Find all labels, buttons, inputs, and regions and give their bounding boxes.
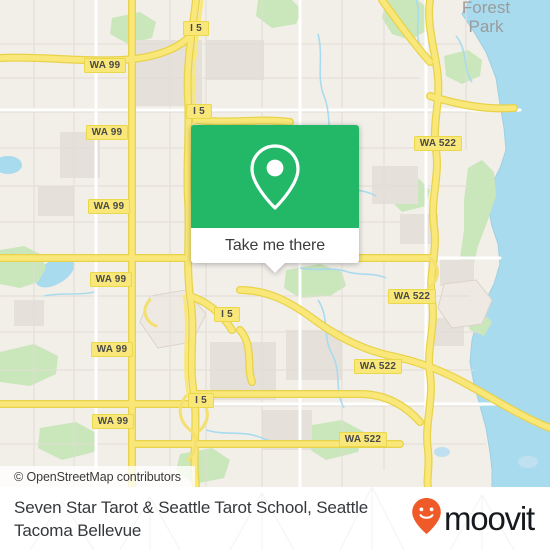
route-shield-label: WA 99: [95, 273, 127, 285]
footer-bar: Seven Star Tarot & Seattle Tarot School,…: [0, 487, 550, 550]
map-pin-icon: [248, 143, 302, 211]
route-shield-label: WA 99: [93, 200, 125, 212]
map-screenshot: Forest Park I 5 WA 99 I 5 WA 99 WA 522 WA 99 W…: [0, 0, 550, 550]
shield-wa99-6: WA 99: [92, 413, 134, 429]
take-me-there-label: Take me there: [224, 236, 326, 254]
shield-wa99-4: WA 99: [90, 271, 132, 287]
popup-pin-area: [191, 125, 359, 228]
route-shield-label: WA 99: [89, 59, 121, 71]
svg-text:Forest: Forest: [462, 0, 510, 17]
route-shield-label: WA 522: [359, 360, 397, 372]
shield-wa522-3: WA 522: [354, 358, 402, 374]
map-popup-card[interactable]: Take me there: [191, 125, 359, 273]
map-label-forest-park: Forest Park: [462, 0, 510, 36]
route-shield-label: WA 99: [91, 126, 123, 138]
shield-wa522-2: WA 522: [388, 288, 436, 304]
shield-i5-4: I 5: [188, 392, 214, 408]
shield-i5-2: I 5: [186, 103, 212, 119]
route-shield-label: WA 522: [393, 290, 431, 302]
osm-attribution-text: © OpenStreetMap contributors: [14, 469, 181, 484]
shield-i5-3: I 5: [214, 306, 240, 322]
shield-wa99-3: WA 99: [88, 198, 130, 214]
route-shield-label: WA 522: [344, 433, 382, 445]
route-shield-label: I 5: [221, 308, 233, 320]
popup-pointer-tail: [264, 262, 286, 273]
take-me-there-button[interactable]: Take me there: [191, 228, 359, 273]
route-shield-label: WA 99: [97, 415, 129, 427]
shield-wa99-5: WA 99: [91, 341, 133, 357]
route-shield-label: I 5: [193, 105, 205, 117]
svg-text:Park: Park: [469, 17, 504, 36]
shield-wa522-4: WA 522: [339, 431, 387, 447]
route-shield-label: I 5: [195, 394, 207, 406]
shield-wa99-1: WA 99: [84, 57, 126, 73]
route-shield-label: WA 99: [96, 343, 128, 355]
moovit-logo[interactable]: moovit: [411, 497, 540, 540]
route-shield-label: I 5: [190, 22, 202, 34]
water-pond-1: [518, 456, 538, 468]
shield-wa99-2: WA 99: [86, 124, 128, 140]
moovit-wordmark: moovit: [444, 500, 535, 537]
place-title: Seven Star Tarot & Seattle Tarot School,…: [14, 497, 369, 540]
moovit-smiley-pin-icon: [411, 497, 442, 540]
shield-wa522-1: WA 522: [414, 135, 462, 151]
water-pond-2: [434, 447, 450, 457]
shield-i5-top: I 5: [183, 20, 209, 36]
osm-attribution[interactable]: © OpenStreetMap contributors: [0, 466, 195, 487]
route-shield-label: WA 522: [419, 137, 457, 149]
